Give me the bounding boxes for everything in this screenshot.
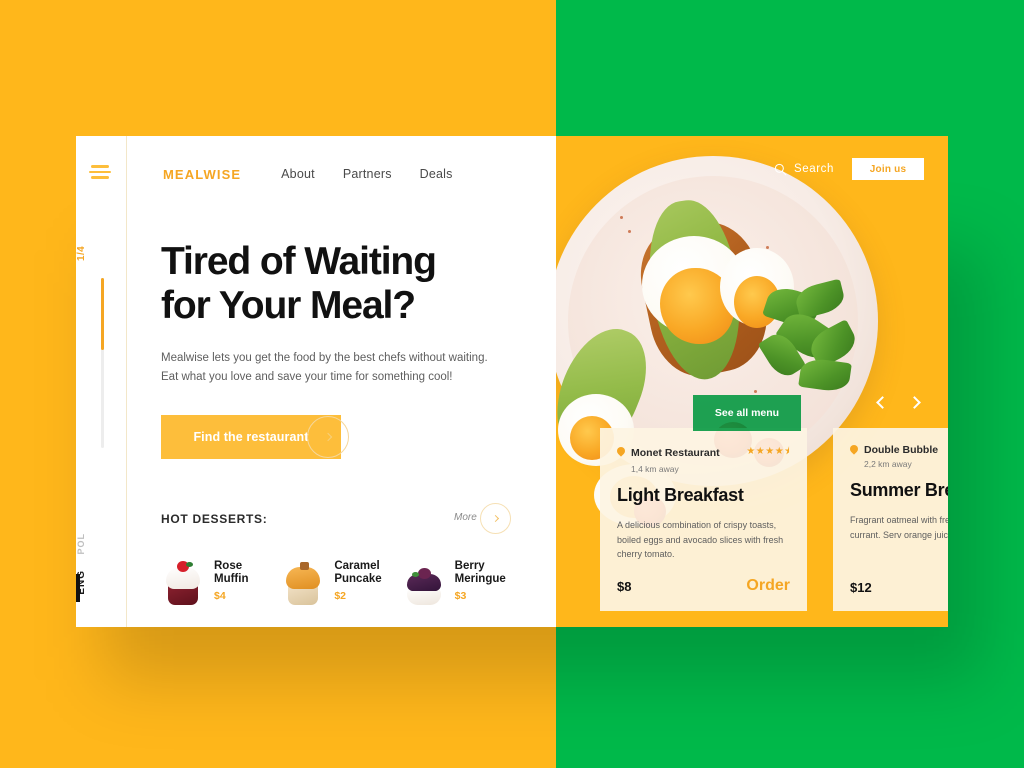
- dessert-name: Berry Meringue: [455, 560, 506, 588]
- top-navigation: MEALWISE About Partners Deals: [161, 136, 522, 212]
- dessert-name-line-1: Rose: [214, 559, 243, 572]
- meal-price: $12: [850, 580, 872, 595]
- nav-link-partners[interactable]: Partners: [343, 167, 392, 181]
- seasoning-crumb: [754, 390, 757, 393]
- desserts-more-button[interactable]: More: [454, 503, 514, 535]
- dessert-name-line-2: Meringue: [454, 573, 506, 586]
- hamburger-bar: [91, 165, 109, 168]
- card-meta: Monet Restaurant ★★★★⯨: [617, 444, 790, 461]
- page-title: Tired of Waiting for Your Meal?: [161, 240, 522, 327]
- meal-description: Fragrant oatmeal with fresh strawberry a…: [850, 515, 948, 540]
- dessert-name-line-2: Muffin: [214, 573, 249, 586]
- slide-counter: 1/4: [76, 245, 87, 261]
- dessert-item-caramel-puncake[interactable]: Caramel Puncake $2: [281, 557, 401, 606]
- meal-price: $8: [617, 578, 632, 594]
- dessert-info: Berry Meringue $3: [455, 560, 506, 603]
- dessert-price: $4: [214, 590, 226, 603]
- cupcake-topping: [300, 562, 310, 571]
- card-footer: $12: [850, 580, 948, 595]
- meal-title: Light Breakfast: [617, 485, 744, 505]
- restaurant-distance: 1,4 km away: [631, 464, 679, 474]
- meal-description: A delicious combination of crispy toasts…: [617, 520, 784, 560]
- restaurant-info: Double Bubble: [850, 444, 938, 456]
- nav-link-deals[interactable]: Deals: [420, 167, 453, 181]
- cupcake-frosting: [286, 567, 321, 590]
- language-option-eng[interactable]: ENG: [76, 570, 127, 595]
- dessert-name-line-2: Puncake: [334, 573, 382, 586]
- hamburger-icon[interactable]: [89, 165, 111, 179]
- dessert-name: Caramel Puncake: [334, 560, 381, 588]
- left-content-column: MEALWISE About Partners Deals Tired of W…: [89, 136, 556, 627]
- seasoning-crumb: [620, 216, 623, 219]
- meal-cards: Monet Restaurant ★★★★⯨ 1,4 km away Light…: [600, 428, 948, 611]
- dessert-price: $2: [334, 590, 347, 603]
- active-language-marker: [76, 574, 80, 602]
- nav-link-about[interactable]: About: [281, 167, 315, 181]
- dessert-info: Rose Muffin $4: [214, 560, 248, 603]
- cta-group: Find the restaurant: [161, 415, 361, 460]
- dessert-item-berry-meringue[interactable]: Berry Meringue $3: [402, 557, 522, 606]
- carousel-prev-chevron-left-icon[interactable]: [874, 394, 890, 410]
- caramel-puncake-icon: [281, 557, 325, 606]
- hero-photo-panel: Search Join us See all menu Monet Restau…: [556, 136, 948, 627]
- subtext-line-1: Mealwise lets you get the food by the be…: [161, 352, 488, 365]
- carousel-controls: [874, 394, 922, 410]
- chevron-glyph: [323, 433, 333, 442]
- order-button[interactable]: Order: [746, 577, 790, 595]
- restaurant-name: Double Bubble: [864, 444, 939, 456]
- rating-stars: ★★★★⯨: [746, 446, 790, 457]
- chevron-glyph: [491, 515, 500, 523]
- dessert-price: $3: [454, 590, 467, 603]
- language-option-pol[interactable]: POL: [76, 533, 127, 555]
- meal-title: Summer Bre: [850, 480, 948, 500]
- leaf: [798, 356, 852, 394]
- brand-logo[interactable]: MEALWISE: [163, 167, 241, 182]
- seasoning-crumb: [628, 230, 631, 233]
- left-rail: 1/4 POL ENG: [76, 136, 127, 627]
- card-footer: $8 Order: [617, 577, 790, 595]
- search-label: Search: [793, 163, 834, 175]
- meal-card-monet-restaurant[interactable]: Monet Restaurant ★★★★⯨ 1,4 km away Light…: [600, 428, 807, 611]
- dessert-name: Rose Muffin: [214, 560, 248, 588]
- dessert-info: Caramel Puncake $2: [334, 560, 381, 603]
- desserts-list: Rose Muffin $4 Caramel Puncake $2 Berry …: [161, 557, 522, 606]
- seasoning-crumb: [766, 246, 769, 249]
- berry-meringue-icon: [402, 557, 446, 606]
- hamburger-bar: [91, 176, 109, 179]
- dessert-name-line-1: Berry: [454, 559, 485, 572]
- hamburger-bar: [89, 170, 111, 174]
- cta-chevron-right-icon[interactable]: [307, 416, 349, 459]
- subtext-line-2: Eat what you love and save your time for…: [161, 371, 453, 384]
- slide-progress-track[interactable]: [101, 278, 104, 448]
- dessert-item-rose-muffin[interactable]: Rose Muffin $4: [161, 557, 281, 606]
- restaurant-name: Monet Restaurant: [631, 446, 720, 459]
- location-pin-icon: [617, 447, 625, 458]
- meal-card-double-bubble[interactable]: Double Bubble 2,2 km away Summer Bre Fra…: [833, 428, 948, 611]
- search-icon: [774, 163, 787, 175]
- desserts-header: HOT DESSERTS: More: [161, 503, 522, 535]
- headline-line-1: Tired of Waiting: [161, 240, 437, 283]
- dessert-name-line-1: Caramel: [334, 559, 380, 572]
- more-chevron-right-icon: [480, 503, 511, 535]
- browser-mockup: 1/4 POL ENG MEALWISE About Partners Deal…: [76, 136, 948, 627]
- hero-header-actions: Search Join us: [774, 158, 924, 180]
- meringue-berry: [417, 568, 431, 580]
- headline-line-2: for Your Meal?: [161, 283, 416, 327]
- carousel-next-chevron-right-icon[interactable]: [906, 394, 922, 410]
- search-button[interactable]: Search: [774, 163, 834, 176]
- restaurant-distance: 2,2 km away: [864, 459, 912, 469]
- hero-subtext: Mealwise lets you get the food by the be…: [161, 349, 522, 387]
- slide-progress-fill: [101, 278, 104, 350]
- more-label: More: [454, 512, 477, 524]
- location-pin-icon: [850, 445, 858, 456]
- restaurant-info: Monet Restaurant: [617, 447, 720, 459]
- rose-muffin-icon: [161, 557, 205, 606]
- join-us-button[interactable]: Join us: [852, 158, 924, 180]
- card-meta: Double Bubble: [850, 444, 948, 456]
- see-all-menu-button[interactable]: See all menu: [693, 395, 801, 431]
- desserts-title: HOT DESSERTS:: [161, 512, 268, 527]
- salad-greens: [756, 278, 872, 404]
- cupcake-leaf: [186, 562, 193, 568]
